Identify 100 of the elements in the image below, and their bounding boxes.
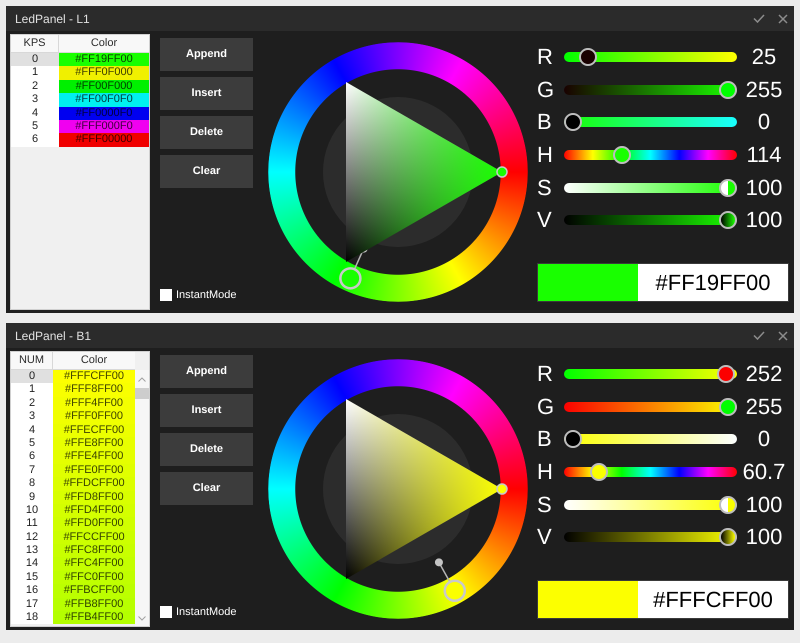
table-cell[interactable]: 10 xyxy=(11,504,53,518)
color-slider[interactable] xyxy=(564,463,737,482)
table-cell[interactable]: 13 xyxy=(11,544,53,558)
close-icon[interactable] xyxy=(778,14,788,24)
action-button[interactable]: Insert xyxy=(160,394,253,427)
slider-thumb[interactable] xyxy=(719,211,737,230)
table-cell[interactable]: 1 xyxy=(11,66,59,80)
color-cell[interactable]: #FFCCFF00 xyxy=(53,530,135,544)
column-header[interactable]: NUM xyxy=(11,352,53,370)
color-slider[interactable] xyxy=(564,528,737,546)
color-cell[interactable]: #FFECFF00 xyxy=(53,424,135,437)
action-button[interactable]: Append xyxy=(160,38,253,71)
slider-thumb[interactable] xyxy=(719,496,737,514)
color-cell[interactable]: #FFE4FF00 xyxy=(53,450,135,464)
checkbox-label[interactable]: InstantMode xyxy=(176,286,237,303)
table-cell[interactable]: 9 xyxy=(11,490,53,504)
triangle-handle[interactable] xyxy=(496,166,508,178)
slider-thumb[interactable] xyxy=(564,113,582,132)
color-cell[interactable]: #FFE8FF00 xyxy=(53,436,135,450)
table-cell[interactable]: 3 xyxy=(11,93,59,107)
color-slider[interactable] xyxy=(564,211,737,230)
table-cell[interactable]: 14 xyxy=(11,557,53,571)
color-slider[interactable] xyxy=(564,496,737,514)
color-slider[interactable] xyxy=(564,430,737,448)
slider-thumb[interactable] xyxy=(717,365,736,384)
table-cell[interactable]: 0 xyxy=(11,370,53,384)
color-cell[interactable]: #FFB4FF00 xyxy=(53,611,135,624)
color-slider[interactable] xyxy=(564,365,737,384)
slider-thumb[interactable] xyxy=(719,528,737,546)
color-slider[interactable] xyxy=(564,146,737,164)
slider-thumb[interactable] xyxy=(564,430,582,448)
table-cell[interactable]: 2 xyxy=(11,80,59,94)
color-cell[interactable]: #FFC8FF00 xyxy=(53,544,135,558)
column-header[interactable]: Color xyxy=(53,352,135,370)
table-cell[interactable]: 5 xyxy=(11,120,59,134)
color-cell[interactable]: #FFD4FF00 xyxy=(53,504,135,518)
hue-handle[interactable] xyxy=(339,267,362,290)
slider-thumb[interactable] xyxy=(579,48,598,66)
table-cell[interactable]: 4 xyxy=(11,106,59,120)
action-button[interactable]: Delete xyxy=(160,433,253,466)
color-cell[interactable]: #FF00F000 xyxy=(59,80,149,94)
table-cell[interactable]: 6 xyxy=(11,450,53,464)
table-cell[interactable]: 11 xyxy=(11,517,53,531)
table-cell[interactable]: 12 xyxy=(11,530,53,544)
check-icon[interactable] xyxy=(753,331,765,340)
hue-handle[interactable] xyxy=(444,579,466,602)
color-cell[interactable]: #FFC4FF00 xyxy=(53,557,135,571)
color-cell[interactable]: #FFF0F000 xyxy=(59,66,149,80)
color-cell[interactable]: #FFF000F0 xyxy=(59,120,149,134)
table-cell[interactable]: 17 xyxy=(11,598,53,612)
action-button[interactable]: Insert xyxy=(160,77,253,110)
table-cell[interactable]: 18 xyxy=(11,611,53,624)
slider-thumb[interactable] xyxy=(719,80,737,99)
color-slider[interactable] xyxy=(564,398,737,416)
checkbox[interactable] xyxy=(160,288,172,301)
color-cell[interactable]: #FFF4FF00 xyxy=(53,396,135,410)
color-cell[interactable]: #FFD8FF00 xyxy=(53,490,135,504)
slider-thumb[interactable] xyxy=(719,398,737,416)
table-cell[interactable]: 4 xyxy=(11,424,53,437)
color-cell[interactable]: #FFB8FF00 xyxy=(53,598,135,612)
triangle-handle[interactable] xyxy=(496,483,508,495)
action-button[interactable]: Clear xyxy=(160,472,253,505)
scrollbar[interactable] xyxy=(135,370,149,626)
color-cell[interactable]: #FFFCFF00 xyxy=(53,370,135,384)
checkbox-label[interactable]: InstantMode xyxy=(176,604,237,620)
column-header[interactable]: Color xyxy=(59,35,149,53)
color-cell[interactable]: #FF00F0F0 xyxy=(59,93,149,107)
table-cell[interactable]: 8 xyxy=(11,477,53,491)
table-cell[interactable]: 6 xyxy=(11,133,59,147)
color-slider[interactable] xyxy=(564,178,737,197)
table-cell[interactable]: 7 xyxy=(11,464,53,478)
action-button[interactable]: Delete xyxy=(160,116,253,149)
table-cell[interactable]: 3 xyxy=(11,410,53,424)
color-cell[interactable]: #FFF00000 xyxy=(59,133,149,147)
action-button[interactable]: Append xyxy=(160,355,253,388)
slider-thumb[interactable] xyxy=(613,146,632,164)
table-cell[interactable]: 15 xyxy=(11,570,53,584)
color-cell[interactable]: #FFC0FF00 xyxy=(53,570,135,584)
checkbox[interactable] xyxy=(160,606,172,618)
slider-thumb[interactable] xyxy=(590,463,608,482)
table-cell[interactable]: 16 xyxy=(11,584,53,598)
table-cell[interactable]: 0 xyxy=(11,53,59,66)
action-button[interactable]: Clear xyxy=(160,155,253,188)
color-cell[interactable]: #FFF8FF00 xyxy=(53,383,135,397)
close-icon[interactable] xyxy=(778,330,788,340)
color-cell[interactable]: #FFBCFF00 xyxy=(53,584,135,598)
table-cell[interactable]: 1 xyxy=(11,383,53,397)
slider-thumb[interactable] xyxy=(719,178,737,197)
color-cell[interactable]: #FFD0FF00 xyxy=(53,517,135,531)
color-slider[interactable] xyxy=(564,48,737,66)
color-cell[interactable]: #FF19FF00 xyxy=(59,53,149,66)
color-cell[interactable]: #FFE0FF00 xyxy=(53,464,135,478)
color-cell[interactable]: #FFF0FF00 xyxy=(53,410,135,424)
column-header[interactable]: KPS xyxy=(11,35,59,53)
table-cell[interactable]: 2 xyxy=(11,396,53,410)
table-cell[interactable]: 5 xyxy=(11,436,53,450)
check-icon[interactable] xyxy=(753,14,765,23)
color-slider[interactable] xyxy=(564,113,737,132)
color-cell[interactable]: #FFDCFF00 xyxy=(53,477,135,491)
color-slider[interactable] xyxy=(564,80,737,99)
